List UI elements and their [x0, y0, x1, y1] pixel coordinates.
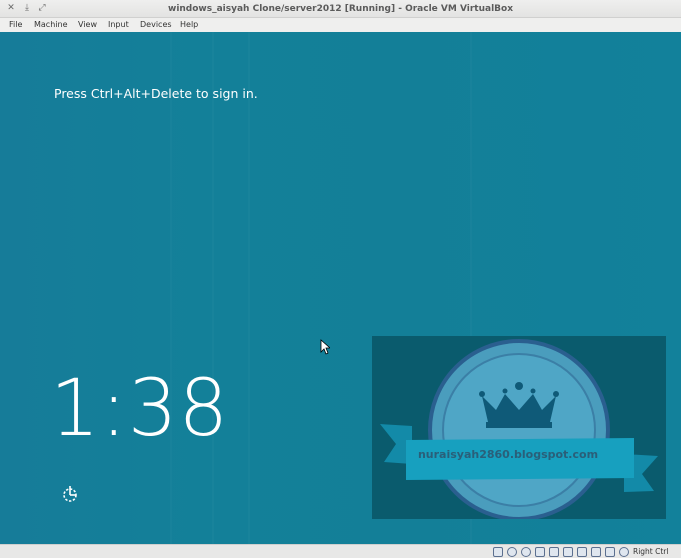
ease-of-access-icon[interactable]	[60, 484, 80, 504]
watermark-logo	[380, 339, 658, 519]
display-icon[interactable]	[577, 547, 587, 557]
blog-watermark: nuraisyah2860.blogspot.com	[372, 336, 666, 519]
menu-view[interactable]: View	[78, 18, 97, 32]
mouse-integration-icon[interactable]	[619, 547, 629, 557]
menu-input[interactable]: Input	[108, 18, 129, 32]
video-capture-icon[interactable]	[591, 547, 601, 557]
menu-bar: File Machine View Input Devices Help	[0, 18, 681, 32]
title-bar: ✕ ⤓ ⤢ windows_aisyah Clone/server2012 [R…	[0, 0, 681, 18]
menu-machine[interactable]: Machine	[34, 18, 68, 32]
menu-file[interactable]: File	[9, 18, 22, 32]
usb-icon[interactable]	[549, 547, 559, 557]
background-streak	[248, 32, 250, 544]
background-streak	[170, 32, 172, 544]
lock-screen-clock: 1:38	[50, 364, 230, 454]
audio-icon[interactable]	[521, 547, 531, 557]
host-key-label: Right Ctrl	[633, 547, 669, 556]
mouse-pointer-icon	[320, 339, 330, 355]
background-streak	[212, 32, 214, 544]
shared-folders-icon[interactable]	[563, 547, 573, 557]
menu-devices[interactable]: Devices	[140, 18, 172, 32]
hard-disk-icon[interactable]	[493, 547, 503, 557]
optical-drive-icon[interactable]	[507, 547, 517, 557]
watermark-text: nuraisyah2860.blogspot.com	[417, 448, 599, 461]
sign-in-prompt: Press Ctrl+Alt+Delete to sign in.	[54, 86, 258, 101]
menu-help[interactable]: Help	[180, 18, 198, 32]
window-title: windows_aisyah Clone/server2012 [Running…	[168, 4, 513, 14]
status-bar: Right Ctrl	[0, 544, 681, 558]
virtualization-icon[interactable]	[605, 547, 615, 557]
network-icon[interactable]	[535, 547, 545, 557]
vm-display[interactable]: Press Ctrl+Alt+Delete to sign in. 1:38 n…	[0, 32, 681, 544]
